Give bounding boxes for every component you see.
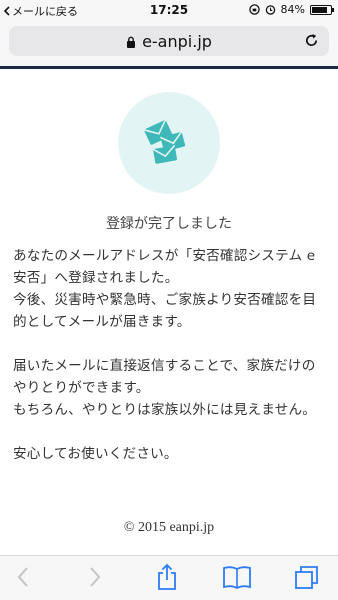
reload-icon[interactable]	[304, 33, 319, 48]
share-icon[interactable]	[156, 563, 178, 591]
paragraph-privacy: もちろん、やりとりは家族以外には見えません。	[13, 402, 317, 418]
status-bar: メールに戻る 17:25 84%	[0, 0, 338, 20]
battery-percent: 84%	[280, 3, 305, 16]
url-display: e-anpi.jp	[9, 32, 329, 51]
bookmarks-icon[interactable]	[222, 565, 252, 589]
tabs-icon[interactable]	[294, 565, 320, 591]
battery-icon	[310, 4, 334, 15]
paragraph-registered: あなたのメールアドレスが「安否確認システム e安否」へ登録されました。	[13, 248, 316, 286]
envelopes-icon	[144, 119, 186, 164]
rotation-lock-icon	[248, 4, 260, 15]
header-rule	[0, 66, 338, 69]
completion-title: 登録が完了しました	[106, 216, 232, 232]
lock-icon	[127, 36, 136, 48]
status-right: 84%	[248, 3, 334, 16]
message-body: あなたのメールアドレスが「安否確認システム e安否」へ登録されました。 今後、災…	[13, 245, 327, 465]
back-arrow-icon[interactable]	[16, 566, 30, 588]
browser-header: e-anpi.jp	[0, 20, 338, 66]
copyright: © 2015 eanpi.jp	[123, 520, 215, 535]
battery-fill	[312, 6, 328, 13]
paragraph-reply: 届いたメールに直接返信することで、家族だけのやりとりができます。	[13, 358, 316, 396]
alarm-icon	[265, 5, 275, 15]
url-text: e-anpi.jp	[142, 32, 212, 51]
browser-toolbar	[0, 555, 338, 600]
address-bar[interactable]: e-anpi.jp	[9, 26, 329, 56]
paragraph-future-mail: 今後、災害時や緊急時、ご家族より安否確認を目的としてメールが届きます。	[13, 292, 317, 330]
forward-arrow-icon[interactable]	[88, 566, 102, 588]
paragraph-closing: 安心してお使いください。	[13, 446, 178, 462]
mail-icon-circle	[118, 92, 220, 194]
